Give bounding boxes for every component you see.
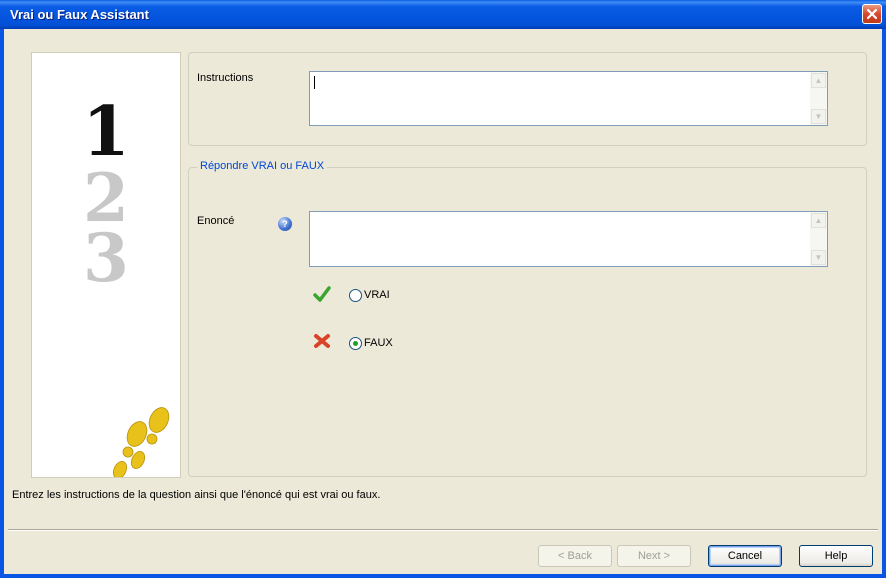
footer-separator: [8, 529, 878, 531]
faux-radio[interactable]: [349, 337, 362, 350]
scroll-down-button[interactable]: ▼: [811, 109, 826, 124]
answer-group: Répondre VRAI ou FAUX Enoncé ? ▲ ▼ VRAI …: [188, 160, 867, 477]
close-button[interactable]: [862, 4, 882, 24]
enonce-scrollbar[interactable]: ▲ ▼: [810, 212, 827, 266]
cancel-button[interactable]: Cancel: [708, 545, 782, 567]
instructions-scrollbar[interactable]: ▲ ▼: [810, 72, 827, 125]
scroll-up-button[interactable]: ▲: [811, 213, 826, 228]
window-title: Vrai ou Faux Assistant: [10, 7, 149, 22]
help-icon[interactable]: ?: [278, 217, 292, 231]
instructions-textarea[interactable]: ▲ ▼: [309, 71, 828, 126]
title-bar[interactable]: Vrai ou Faux Assistant: [0, 0, 886, 29]
cross-icon: [314, 334, 330, 348]
back-button[interactable]: < Back: [538, 545, 612, 567]
scroll-up-button[interactable]: ▲: [811, 73, 826, 88]
enonce-label: Enoncé: [197, 215, 235, 227]
text-caret: [314, 76, 315, 89]
answer-group-legend: Répondre VRAI ou FAUX: [197, 160, 328, 172]
footprints-icon: [112, 407, 170, 477]
check-icon: [313, 286, 331, 302]
step-number-3: 3: [83, 219, 129, 297]
vrai-radio[interactable]: [349, 289, 362, 302]
dialog-window: Vrai ou Faux Assistant 1 2 3 Instruction…: [0, 0, 886, 578]
instructions-group: Instructions ▲ ▼: [188, 52, 867, 146]
faux-label[interactable]: FAUX: [364, 337, 393, 349]
wizard-step-panel: 1 2 3: [31, 52, 181, 478]
enonce-textarea[interactable]: ▲ ▼: [309, 211, 828, 267]
scroll-down-button[interactable]: ▼: [811, 250, 826, 265]
instructions-label: Instructions: [197, 72, 254, 84]
close-icon: [866, 8, 878, 20]
status-message: Entrez les instructions de la question a…: [12, 489, 381, 501]
vrai-label[interactable]: VRAI: [364, 289, 390, 301]
dialog-client: 1 2 3 Instructions ▲ ▼ Répondre VRAI ou …: [4, 29, 882, 574]
next-button[interactable]: Next >: [617, 545, 691, 567]
step-numbers: 1 2 3: [82, 92, 170, 477]
help-button[interactable]: Help: [799, 545, 873, 567]
